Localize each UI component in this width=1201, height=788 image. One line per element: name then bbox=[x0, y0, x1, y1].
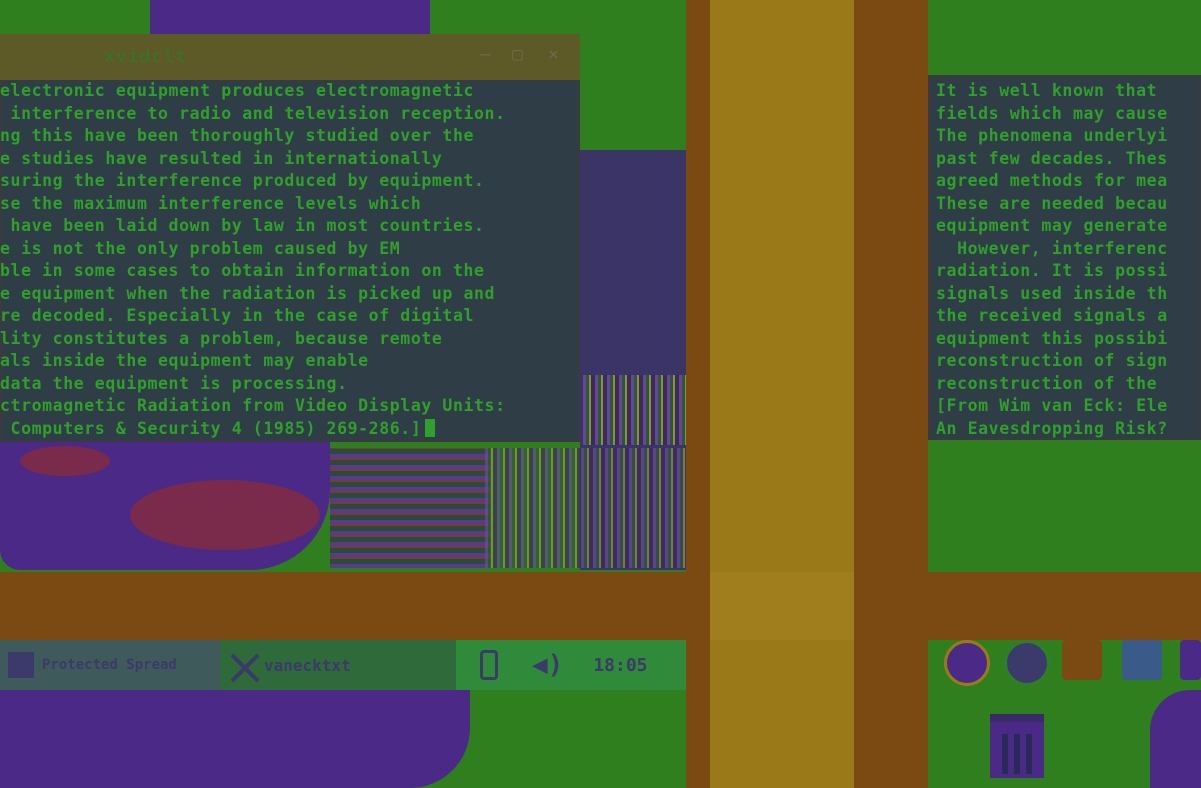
desktop-shape-red-oval-2 bbox=[20, 446, 110, 476]
clock[interactable]: 18:05 bbox=[593, 655, 647, 676]
terminal-line: als inside the equipment may enable bbox=[0, 351, 369, 370]
taskbar-task-2-label: vanecktxt bbox=[264, 655, 351, 675]
terminal-line: e studies have resulted in international… bbox=[0, 148, 443, 168]
terminal-line: signals used inside th bbox=[936, 283, 1168, 303]
close-button[interactable]: × bbox=[548, 44, 560, 65]
terminal-line: interference to radio and television rec… bbox=[0, 103, 506, 123]
left-terminal-window[interactable]: xvidclt – ▢ × electronic equipment produ… bbox=[0, 34, 580, 442]
terminal-icon bbox=[228, 651, 260, 683]
browser-icon[interactable] bbox=[1004, 640, 1050, 686]
terminal-icon[interactable] bbox=[1180, 640, 1201, 680]
left-terminal-title: xvidclt bbox=[104, 46, 187, 67]
terminal-line: It is well known that bbox=[936, 81, 1158, 100]
terminal-line: [From Wim van Eck: Ele bbox=[936, 396, 1168, 415]
firefox-icon[interactable] bbox=[944, 640, 990, 686]
terminal-icon bbox=[8, 652, 34, 678]
right-terminal-text[interactable]: It is well known that fields which may ca… bbox=[936, 80, 1168, 440]
vertical-band-left bbox=[686, 0, 710, 788]
terminal-line: equipment may generate bbox=[936, 216, 1168, 235]
left-terminal-text[interactable]: electronic equipment produces electromag… bbox=[0, 80, 506, 440]
terminal-line: fields which may cause bbox=[936, 103, 1168, 123]
taskbar-task-2[interactable]: vanecktxt bbox=[220, 640, 456, 690]
terminal-line: electronic equipment produces electromag… bbox=[0, 81, 475, 100]
terminal-line: se the maximum interference levels which bbox=[0, 193, 422, 213]
terminal-line: suring the interference produced by equi… bbox=[0, 171, 485, 190]
terminal-line: ctromagnetic Radiation from Video Displa… bbox=[0, 396, 506, 415]
terminal-line: equipment this possibi bbox=[936, 328, 1168, 348]
desktop-shape-bottom-left bbox=[0, 690, 470, 788]
taskbar-task-1-label: Protected Spread bbox=[42, 657, 177, 673]
terminal-line: radiation. It is possi bbox=[936, 261, 1168, 280]
text-cursor bbox=[425, 418, 436, 437]
desktop-shape-red-oval bbox=[130, 480, 320, 550]
terminal-line: reconstruction of the bbox=[936, 373, 1158, 393]
minimize-button[interactable]: – bbox=[480, 44, 492, 65]
trash-icon[interactable] bbox=[990, 714, 1044, 778]
horizontal-band bbox=[0, 572, 1201, 640]
speaker-icon[interactable]: ◀) bbox=[532, 650, 563, 680]
left-terminal-titlebar[interactable]: xvidclt – ▢ × bbox=[0, 34, 580, 80]
phone-icon[interactable] bbox=[480, 650, 498, 680]
terminal-line: ng this have been thoroughly studied ove… bbox=[0, 126, 475, 145]
files-icon[interactable] bbox=[1062, 640, 1102, 680]
garbled-panel-2 bbox=[330, 448, 490, 568]
terminal-line: re decoded. Especially in the case of di… bbox=[0, 306, 475, 325]
desktop-shape-top bbox=[150, 0, 430, 34]
vertical-band-right bbox=[854, 0, 928, 788]
terminal-line: agreed methods for mea bbox=[936, 171, 1168, 190]
terminal-line: the received signals a bbox=[936, 306, 1168, 325]
image-icon[interactable] bbox=[1122, 640, 1162, 680]
terminal-line: However, interferenc bbox=[936, 238, 1168, 258]
taskbar-tray: ◀) 18:05 bbox=[456, 640, 686, 690]
terminal-line: ble in some cases to obtain information … bbox=[0, 261, 485, 280]
terminal-line: An Eavesdropping Risk? bbox=[936, 418, 1168, 438]
band-intersection bbox=[710, 572, 854, 640]
terminal-line: reconstruction of sign bbox=[936, 351, 1168, 370]
terminal-line: Computers & Security 4 (1985) 269-286.] bbox=[0, 418, 506, 441]
terminal-line: past few decades. Thes bbox=[936, 148, 1168, 168]
terminal-line: The phenomena underlyi bbox=[936, 126, 1168, 145]
maximize-button[interactable]: ▢ bbox=[512, 44, 524, 65]
terminal-line: lity constitutes a problem, because remo… bbox=[0, 328, 443, 348]
terminal-line: have been laid down by law in most count… bbox=[0, 216, 485, 235]
terminal-line: These are needed becau bbox=[936, 193, 1168, 213]
taskbar-task-1[interactable]: Protected Spread bbox=[0, 640, 220, 690]
vertical-band-center bbox=[710, 0, 854, 788]
right-terminal-window[interactable]: It is well known that fields which may ca… bbox=[928, 75, 1201, 440]
desktop-shape-right bbox=[1150, 690, 1201, 788]
terminal-line: data the equipment is processing. bbox=[0, 373, 348, 393]
terminal-line: e equipment when the radiation is picked… bbox=[0, 283, 496, 303]
terminal-line: e is not the only problem caused by EM bbox=[0, 238, 401, 258]
garbled-panel bbox=[583, 375, 686, 445]
garbled-panel-3 bbox=[485, 448, 685, 568]
